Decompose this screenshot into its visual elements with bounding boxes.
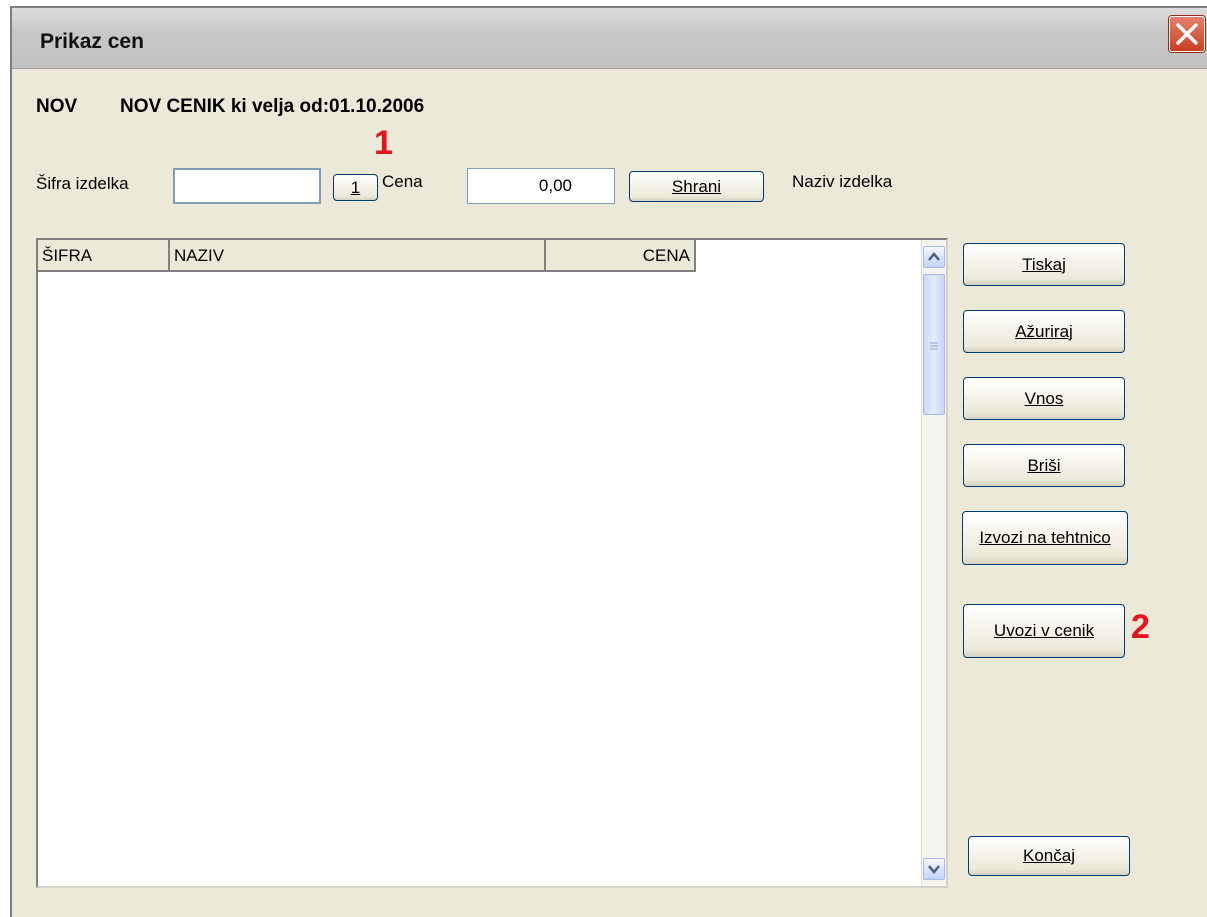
column-header-code[interactable]: ŠIFRA: [38, 240, 170, 272]
finish-button-label: Končaj: [1023, 846, 1075, 865]
import-button-label: Uvozi v cenik: [993, 621, 1095, 640]
scroll-thumb[interactable]: [923, 274, 945, 415]
price-input[interactable]: [467, 168, 615, 204]
scroll-down-button[interactable]: [923, 858, 945, 880]
import-to-price-list-button[interactable]: Uvozi v cenik: [963, 604, 1125, 658]
product-name-label: Naziv izdelka: [792, 172, 893, 191]
chevron-down-icon: [928, 865, 940, 874]
scroll-up-button[interactable]: [923, 246, 945, 268]
column-header-name[interactable]: NAZIV: [170, 240, 546, 272]
product-code-label: Šifra izdelka: [36, 174, 129, 193]
entry-button-label: Vnos: [1024, 388, 1064, 408]
price-list-code: NOV: [36, 96, 78, 117]
close-button[interactable]: [1169, 16, 1205, 52]
delete-button-label: Briši: [1027, 455, 1061, 475]
grip-icon: [930, 342, 938, 350]
save-button-label: Shrani: [671, 176, 722, 196]
price-list-description: NOV CENIK ki velja od:01.10.2006: [120, 96, 425, 117]
price-list-window: Prikaz cen NOV NOV CENIK ki velja od:01.…: [10, 6, 1207, 917]
export-to-scale-button[interactable]: Izvozi na tehtnico: [962, 511, 1128, 565]
print-button-label: Tiskaj: [1022, 254, 1066, 274]
lookup-button[interactable]: 1: [333, 174, 378, 201]
print-button[interactable]: Tiskaj: [963, 243, 1125, 286]
vertical-scrollbar[interactable]: [921, 240, 946, 886]
price-table[interactable]: ŠIFRA NAZIV CENA: [36, 238, 948, 888]
entry-button[interactable]: Vnos: [963, 377, 1125, 420]
update-button-label: Ažuriraj: [1015, 321, 1073, 341]
chevron-up-icon: [928, 252, 940, 261]
title-bar[interactable]: Prikaz cen: [12, 8, 1207, 69]
export-button-label: Izvozi na tehtnico: [979, 528, 1111, 547]
window-title: Prikaz cen: [40, 30, 144, 53]
annotation-2: 2: [1131, 608, 1150, 646]
close-icon: [1176, 23, 1198, 45]
update-button[interactable]: Ažuriraj: [963, 310, 1125, 353]
delete-button[interactable]: Briši: [963, 444, 1125, 487]
product-code-input[interactable]: [173, 168, 321, 204]
price-label: Cena: [382, 172, 423, 191]
save-button[interactable]: Shrani: [629, 171, 764, 202]
annotation-1: 1: [374, 124, 393, 162]
lookup-button-label: 1: [350, 177, 361, 197]
column-header-price[interactable]: CENA: [546, 240, 696, 272]
finish-button[interactable]: Končaj: [968, 836, 1130, 876]
